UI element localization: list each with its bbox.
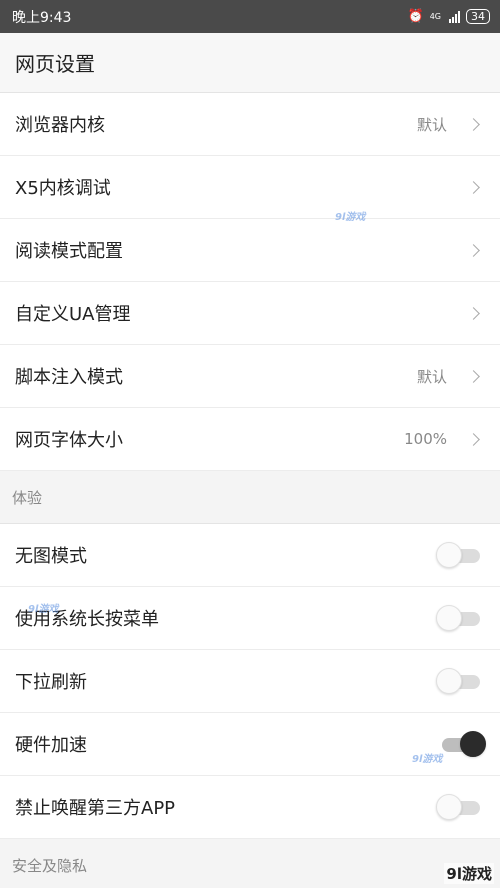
toggle-label: 硬件加速	[15, 735, 87, 756]
setting-label: 脚本注入模式	[15, 367, 123, 388]
setting-label: 自定义UA管理	[15, 304, 131, 325]
alarm-clock-icon: ⏰	[407, 9, 424, 24]
experience-list: 无图模式 使用系统长按菜单 下拉刷新 硬件加速 禁止唤醒第三方APP	[0, 524, 500, 839]
toggle-label: 下拉刷新	[15, 672, 87, 693]
setting-label: 浏览器内核	[15, 115, 105, 136]
setting-custom-ua[interactable]: 自定义UA管理	[0, 282, 500, 345]
status-bar: 晚上9:43 ⏰ 4G 34	[0, 0, 500, 33]
page-title: 网页设置	[0, 33, 500, 93]
toggle-row-no-image[interactable]: 无图模式	[0, 524, 500, 587]
toggle-row-system-longpress[interactable]: 使用系统长按菜单	[0, 587, 500, 650]
pull-refresh-toggle[interactable]	[436, 667, 484, 695]
setting-browser-kernel[interactable]: 浏览器内核 默认	[0, 93, 500, 156]
hardware-accel-toggle[interactable]	[436, 730, 486, 758]
no-image-toggle[interactable]	[436, 541, 484, 569]
status-icons: ⏰ 4G 34	[408, 9, 490, 24]
toggle-row-hardware-accel[interactable]: 硬件加速	[0, 713, 500, 776]
setting-label: 网页字体大小	[15, 430, 123, 451]
network-type: 4G	[429, 11, 441, 21]
chevron-right-icon	[467, 180, 480, 194]
chevron-right-icon	[467, 306, 480, 320]
setting-script-injection[interactable]: 脚本注入模式 默认	[0, 345, 500, 408]
status-time: 晚上9:43	[12, 9, 72, 26]
block-third-party-toggle[interactable]	[436, 793, 484, 821]
setting-value: 默认	[416, 115, 447, 134]
setting-value: 默认	[416, 367, 447, 386]
setting-font-size[interactable]: 网页字体大小 100%	[0, 408, 500, 471]
watermark-logo: 9l游戏	[412, 754, 443, 765]
watermark-logo: 9l游戏	[335, 212, 366, 223]
toggle-label: 禁止唤醒第三方APP	[15, 798, 176, 819]
watermark-corner: 9l游戏	[444, 863, 494, 884]
toggle-label: 使用系统长按菜单	[15, 609, 159, 630]
chevron-right-icon	[467, 432, 480, 446]
setting-label: 阅读模式配置	[15, 241, 123, 262]
system-longpress-toggle[interactable]	[436, 604, 484, 632]
setting-x5-debug[interactable]: X5内核调试	[0, 156, 500, 219]
chevron-right-icon	[467, 243, 480, 257]
toggle-label: 无图模式	[15, 546, 87, 567]
settings-list: 浏览器内核 默认 X5内核调试 阅读模式配置 自定义UA管理 脚本注入模式 默认…	[0, 93, 500, 471]
setting-reading-mode[interactable]: 阅读模式配置	[0, 219, 500, 282]
chevron-right-icon	[467, 117, 480, 131]
battery-icon: 34	[466, 9, 490, 24]
watermark-logo: 9l游戏	[28, 604, 59, 615]
toggle-row-pull-refresh[interactable]: 下拉刷新	[0, 650, 500, 713]
setting-value: 100%	[404, 430, 447, 448]
toggle-row-block-third-party[interactable]: 禁止唤醒第三方APP	[0, 776, 500, 839]
signal-icon	[449, 10, 460, 23]
chevron-right-icon	[467, 369, 480, 383]
setting-label: X5内核调试	[15, 178, 111, 199]
section-header-privacy: 安全及隐私	[0, 839, 500, 888]
section-header-experience: 体验	[0, 471, 500, 524]
